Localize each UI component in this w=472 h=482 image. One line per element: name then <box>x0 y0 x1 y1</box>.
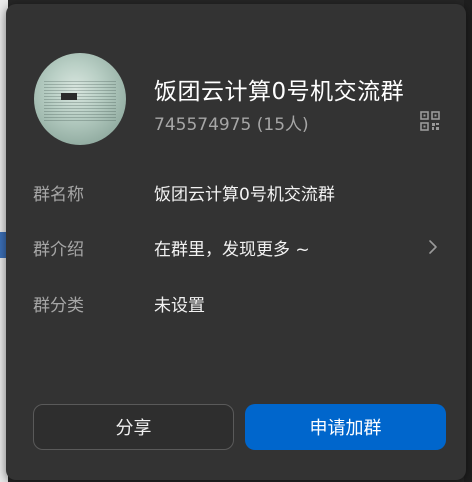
group-profile-card: 饭团云计算0号机交流群 745574975 (15人) 群名称 饭团云计算0号机… <box>6 4 466 480</box>
info-row-group-category: 群分类 未设置 <box>6 283 466 323</box>
info-row-label: 群介绍 <box>33 240 84 260</box>
info-row-value: 饭团云计算0号机交流群 <box>154 185 335 205</box>
chevron-right-icon[interactable] <box>426 239 440 255</box>
group-avatar[interactable] <box>34 53 126 145</box>
qr-code-icon[interactable] <box>420 111 440 131</box>
info-row-value: 在群里，发现更多 ~ <box>154 240 310 260</box>
group-id-members: 745574975 (15人) <box>154 115 309 135</box>
info-row-group-intro[interactable]: 群介绍 在群里，发现更多 ~ <box>6 227 466 267</box>
group-name-title: 饭团云计算0号机交流群 <box>154 79 405 105</box>
avatar-image-detail <box>44 81 116 121</box>
join-group-button[interactable]: 申请加群 <box>245 404 446 450</box>
share-button[interactable]: 分享 <box>33 404 234 450</box>
info-row-value: 未设置 <box>154 296 205 316</box>
avatar-image-logo <box>61 93 77 100</box>
info-row-group-name: 群名称 饭团云计算0号机交流群 <box>6 172 466 212</box>
info-row-label: 群名称 <box>33 185 84 205</box>
info-row-label: 群分类 <box>33 296 84 316</box>
